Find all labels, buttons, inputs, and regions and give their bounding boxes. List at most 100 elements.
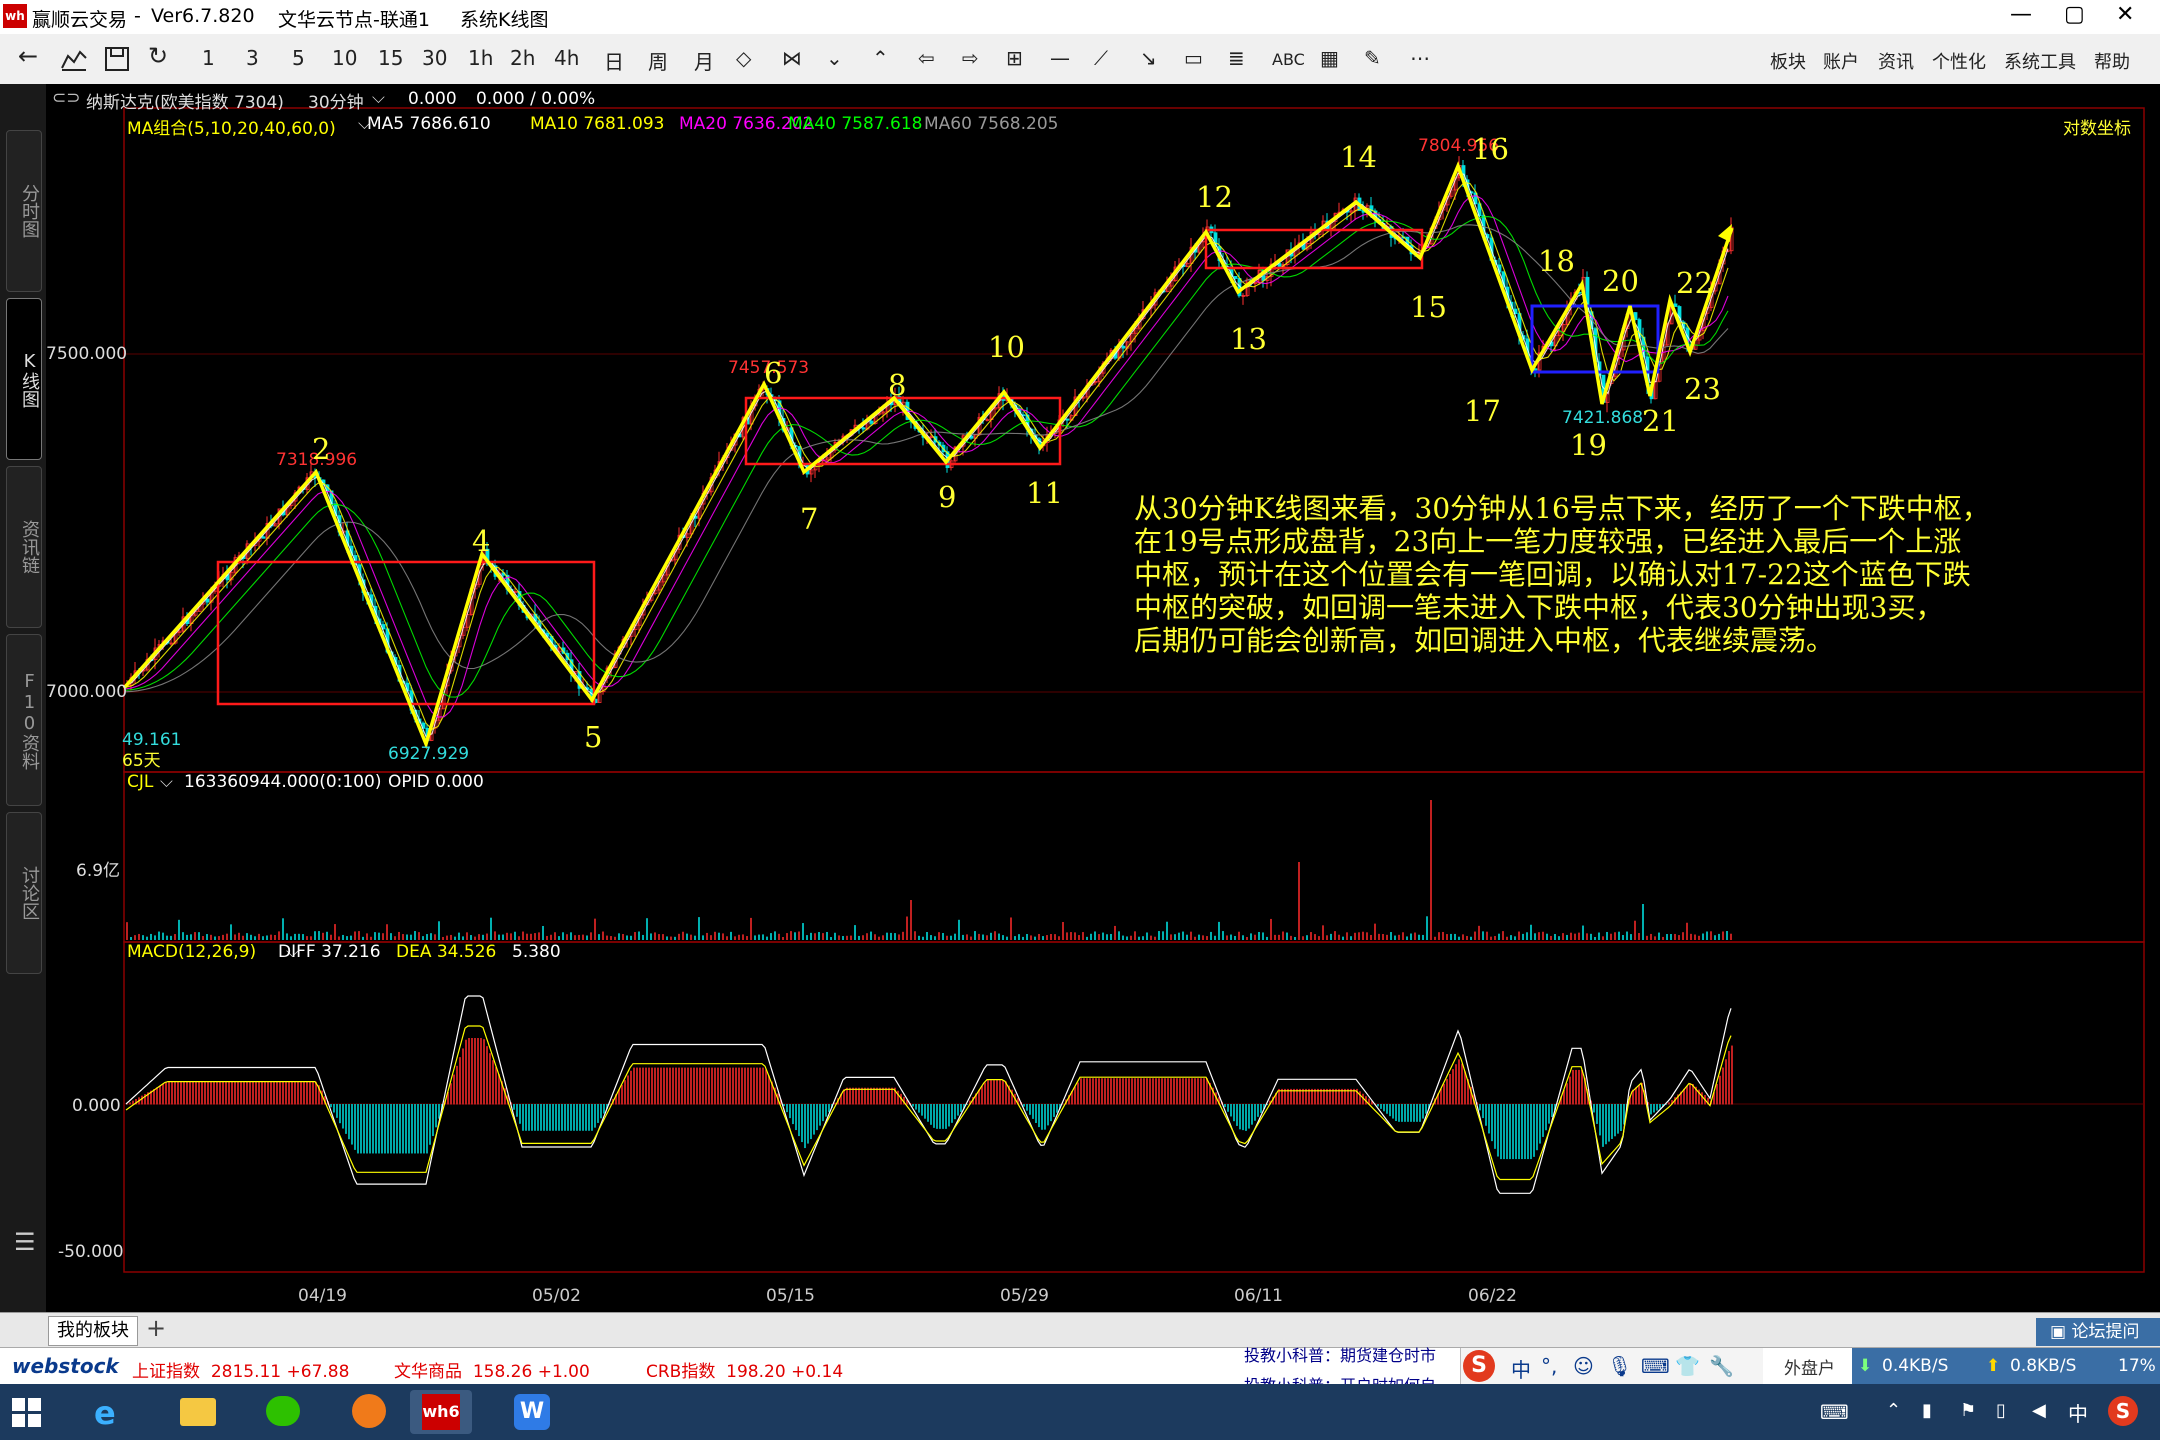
- macd-bar: [540, 1104, 542, 1131]
- period-day[interactable]: 日: [604, 46, 624, 75]
- index-wenhua[interactable]: 文华商品 158.26 +1.00: [394, 1357, 590, 1382]
- refresh-icon[interactable]: ↻: [148, 42, 168, 70]
- volume-bar: [1050, 934, 1052, 940]
- save-icon[interactable]: [104, 46, 130, 72]
- period-month[interactable]: 月: [694, 46, 714, 75]
- layout-grid-icon[interactable]: ⊞: [1006, 46, 1023, 70]
- index-shanghai[interactable]: 上证指数 2815.11 +67.88: [132, 1357, 349, 1382]
- keyboard-icon[interactable]: ⌨: [1641, 1354, 1670, 1378]
- more-icon[interactable]: ⋯: [1410, 46, 1430, 70]
- period-week[interactable]: 周: [648, 46, 668, 75]
- volume-title[interactable]: CJL: [127, 772, 153, 792]
- volume-bar: [1518, 931, 1520, 940]
- ime-lang[interactable]: 中: [1511, 1354, 1531, 1383]
- menu-help[interactable]: 帮助: [2094, 48, 2130, 74]
- add-tab-button[interactable]: +: [146, 1314, 166, 1342]
- windows-start-icon[interactable]: [12, 1398, 42, 1428]
- period-2h[interactable]: 2h: [510, 46, 535, 70]
- macd-bar: [1077, 1082, 1079, 1105]
- taskbar-wps[interactable]: W: [500, 1390, 562, 1434]
- taskbar-wechat[interactable]: [252, 1390, 314, 1434]
- arrow-left-icon[interactable]: ⇦: [918, 46, 935, 70]
- expand-up-icon[interactable]: ⌃: [872, 46, 889, 70]
- index-crb[interactable]: CRB指数 198.20 +0.14: [646, 1357, 843, 1382]
- outer-account[interactable]: 外盘户: [1784, 1354, 1835, 1379]
- eraser-icon[interactable]: ✎: [1364, 46, 1381, 70]
- log-coordinate-toggle[interactable]: 对数坐标: [2063, 114, 2131, 139]
- chevron-down-icon[interactable]: ⌵: [372, 88, 385, 108]
- tab-my-blocks[interactable]: 我的板块: [48, 1316, 138, 1346]
- taskbar-explorer[interactable]: [166, 1390, 228, 1434]
- sogou-ime-icon[interactable]: S: [1463, 1350, 1495, 1382]
- collapse-down-icon[interactable]: ⌄: [826, 46, 843, 70]
- abc-text-tool[interactable]: ABC: [1272, 50, 1305, 69]
- draw-text-icon[interactable]: ≣: [1228, 46, 1245, 70]
- macd-title[interactable]: MACD(12,26,9): [127, 942, 256, 962]
- back-arrow-icon[interactable]: ←: [18, 42, 38, 70]
- link-icon[interactable]: ⊂⊃: [52, 88, 81, 108]
- period-3[interactable]: 3: [246, 46, 259, 70]
- instrument-name[interactable]: 纳斯达克(欧美指数 7304): [86, 88, 284, 113]
- draw-line-icon[interactable]: ⟋: [1094, 46, 1108, 70]
- kline-chart-svg[interactable]: [46, 84, 2160, 1312]
- volume-tray-icon[interactable]: ◀: [2032, 1400, 2046, 1421]
- close-button[interactable]: ✕: [2116, 2, 2134, 27]
- volume-bar: [274, 935, 276, 940]
- news-ticker[interactable]: 投教小科普：期货建仓时市: [1244, 1342, 1436, 1366]
- network-tray-icon[interactable]: ▮: [1922, 1400, 1932, 1421]
- flag-tray-icon[interactable]: ⚑: [1960, 1400, 1976, 1421]
- period-30[interactable]: 30: [422, 46, 447, 70]
- line-chart-icon[interactable]: [60, 46, 88, 72]
- period-1h[interactable]: 1h: [468, 46, 493, 70]
- zhongshu-box-red: [216, 560, 596, 706]
- tray-expand-icon[interactable]: ⌃: [1886, 1400, 1901, 1421]
- draw-hline-icon[interactable]: —: [1050, 46, 1070, 70]
- menu-list-icon[interactable]: ☰: [14, 1228, 36, 1256]
- news-ticker[interactable]: 投教小科普：开户时如何自: [1244, 1372, 1436, 1384]
- tab-intraday[interactable]: 分时图: [6, 130, 42, 292]
- menu-account[interactable]: 账户: [1823, 48, 1859, 74]
- period-15[interactable]: 15: [378, 46, 403, 70]
- period-5[interactable]: 5: [292, 46, 305, 70]
- sogou-tray-icon[interactable]: S: [2108, 1396, 2138, 1426]
- keyboard-tray-icon[interactable]: ⌨: [1820, 1400, 1849, 1424]
- volume-bar: [1118, 931, 1120, 940]
- period-4h[interactable]: 4h: [554, 46, 579, 70]
- period-10[interactable]: 10: [332, 46, 357, 70]
- macd-bar: [807, 1104, 809, 1144]
- skin-icon[interactable]: 👕: [1675, 1354, 1700, 1378]
- period-1[interactable]: 1: [202, 46, 215, 70]
- menu-news[interactable]: 资讯: [1878, 48, 1914, 74]
- menu-personalize[interactable]: 个性化: [1932, 48, 1986, 74]
- zoom-in-icon[interactable]: ⋈: [782, 46, 802, 70]
- volume-bar: [1094, 931, 1096, 940]
- tab-discussion[interactable]: 讨论区: [6, 812, 42, 974]
- tab-f10[interactable]: F10资料: [6, 634, 42, 806]
- zoom-horizontal-icon[interactable]: ◇: [736, 46, 751, 70]
- punctuation-icon[interactable]: °,: [1541, 1354, 1557, 1378]
- emoji-icon[interactable]: ☺: [1573, 1354, 1594, 1378]
- forum-question-button[interactable]: ▣ 论坛提问: [2036, 1318, 2160, 1346]
- chart-area[interactable]: ⊂⊃ 纳斯达克(欧美指数 7304) 30分钟 ⌵ 0.000 0.000 / …: [46, 84, 2160, 1312]
- microphone-icon[interactable]: 🎙: [1607, 1354, 1632, 1378]
- taskbar-app[interactable]: [338, 1390, 400, 1434]
- tab-news-chain[interactable]: 资讯链: [6, 466, 42, 628]
- period-selector[interactable]: 30分钟: [308, 88, 364, 113]
- menu-system-tools[interactable]: 系统工具: [2004, 48, 2076, 74]
- maximize-button[interactable]: ▢: [2064, 2, 2085, 27]
- bar-pattern-icon[interactable]: ▦: [1320, 46, 1339, 70]
- tools-icon[interactable]: 🔧: [1709, 1354, 1734, 1378]
- taskbar-ie[interactable]: e: [80, 1390, 142, 1434]
- chevron-down-icon[interactable]: ⌵: [160, 772, 173, 792]
- arrow-right-icon[interactable]: ⇨: [962, 46, 979, 70]
- volume-bar: [266, 935, 268, 940]
- draw-rectangle-icon[interactable]: ▭: [1184, 46, 1203, 70]
- draw-arrow-icon[interactable]: ↘: [1140, 46, 1157, 70]
- taskbar-wenhua[interactable]: wh6: [410, 1390, 472, 1434]
- ma-combo-title[interactable]: MA组合(5,10,20,40,60,0): [127, 114, 336, 139]
- minimize-button[interactable]: —: [2010, 2, 2032, 27]
- menu-blocks[interactable]: 板块: [1770, 48, 1806, 74]
- ime-tray-lang[interactable]: 中: [2068, 1398, 2088, 1427]
- battery-tray-icon[interactable]: ▯: [1996, 1400, 2006, 1421]
- tab-kline[interactable]: K线图: [6, 298, 42, 460]
